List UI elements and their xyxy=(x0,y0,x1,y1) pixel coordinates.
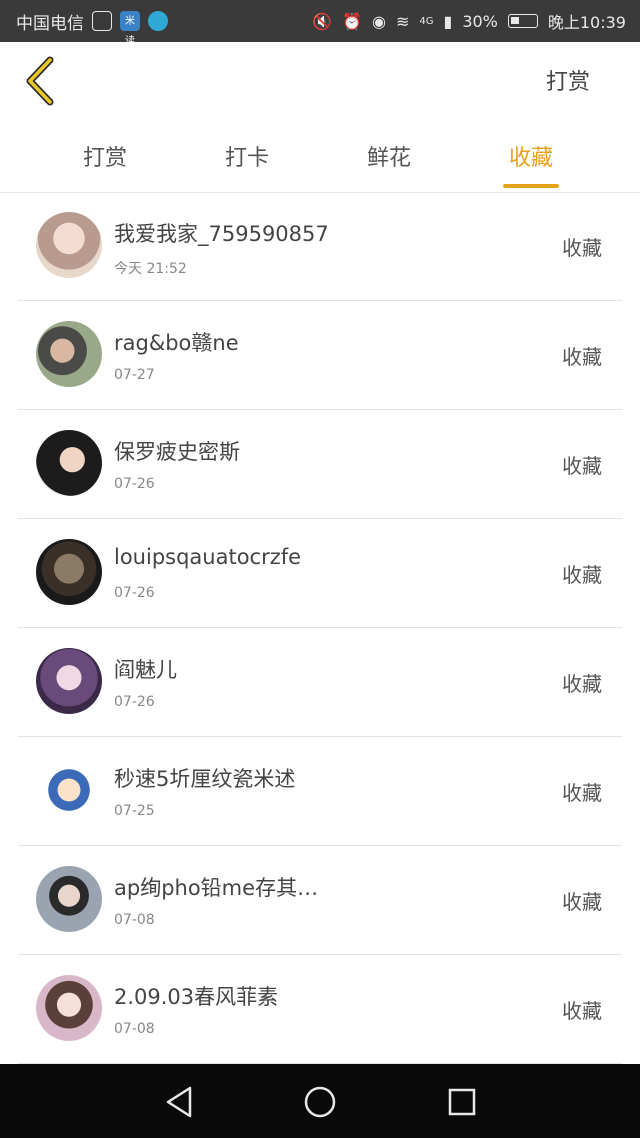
avatar[interactable] xyxy=(36,430,102,496)
action-label: 收藏 xyxy=(562,999,602,1023)
avatar[interactable] xyxy=(36,321,102,387)
square-recents-icon xyxy=(448,1088,476,1116)
mute-icon: 🔇 xyxy=(312,11,333,31)
status-bar: 中国电信 米读 🔇 ⏰ ◉ ≋ 4G ▮ 30% 晚上10:39 xyxy=(0,0,640,47)
carrier-label: 中国电信 xyxy=(16,13,84,34)
favorites-list: 我爱我家_759590857 今天 21:52 收藏 rag&bo赣ne 07-… xyxy=(0,192,640,1064)
reward-button[interactable]: 打赏 xyxy=(546,64,590,96)
tab-bar: 打赏 打卡 鲜花 收藏 xyxy=(0,120,640,193)
battery-icon xyxy=(507,14,538,28)
user-name: 2.09.03春风菲素 xyxy=(114,985,279,1009)
timestamp: 07-08 xyxy=(114,1021,155,1037)
list-item[interactable]: 2.09.03春风菲素 07-08 收藏 xyxy=(18,955,622,1064)
list-item[interactable]: rag&bo赣ne 07-27 收藏 xyxy=(18,301,622,410)
list-item[interactable]: 保罗疲史密斯 07-26 收藏 xyxy=(18,410,622,519)
header: 打赏 xyxy=(0,42,640,120)
back-button[interactable] xyxy=(22,56,62,106)
timestamp: 07-26 xyxy=(114,585,155,601)
tab-reward[interactable]: 打赏 xyxy=(34,120,176,192)
signal-icon: ▮ xyxy=(443,11,453,31)
system-nav-bar xyxy=(0,1064,640,1138)
timestamp: 07-26 xyxy=(114,476,155,492)
user-name: louipsqauatocrzfe xyxy=(114,545,302,569)
circle-home-icon xyxy=(304,1086,336,1118)
timestamp: 07-26 xyxy=(114,694,155,710)
list-item[interactable]: ap绚pho铅me存其… 07-08 收藏 xyxy=(18,846,622,955)
user-name: rag&bo赣ne xyxy=(114,331,239,355)
list-item[interactable]: louipsqauatocrzfe 07-26 收藏 xyxy=(18,519,622,628)
clock: 晚上10:39 xyxy=(547,13,626,32)
action-label: 收藏 xyxy=(562,345,602,369)
browser-notification-icon xyxy=(148,11,168,31)
timestamp: 07-08 xyxy=(114,912,155,928)
avatar[interactable] xyxy=(36,648,102,714)
nav-recents-button[interactable] xyxy=(442,1082,482,1122)
tab-checkin[interactable]: 打卡 xyxy=(176,120,318,192)
avatar[interactable] xyxy=(36,757,102,823)
sd-card-icon xyxy=(92,11,112,31)
action-label: 收藏 xyxy=(562,890,602,914)
action-label: 收藏 xyxy=(562,781,602,805)
wifi-icon: ≋ xyxy=(395,11,410,31)
eye-icon: ◉ xyxy=(372,11,386,31)
timestamp: 今天 21:52 xyxy=(114,261,187,277)
tab-favorites[interactable]: 收藏 xyxy=(460,120,602,192)
user-name: 秒速5圻厘纹瓷米述 xyxy=(114,767,296,791)
user-name: 保罗疲史密斯 xyxy=(114,440,240,464)
nav-back-button[interactable] xyxy=(160,1082,200,1122)
action-label: 收藏 xyxy=(562,454,602,478)
action-label: 收藏 xyxy=(562,563,602,587)
user-name: 阎魅儿 xyxy=(114,658,177,682)
chevron-left-icon xyxy=(26,56,54,106)
app-notification-icon: 米读 xyxy=(120,11,140,47)
avatar[interactable] xyxy=(36,539,102,605)
network-type: 4G xyxy=(419,15,434,27)
user-name: ap绚pho铅me存其… xyxy=(114,876,319,900)
list-item[interactable]: 阎魅儿 07-26 收藏 xyxy=(18,628,622,737)
nav-home-button[interactable] xyxy=(300,1082,340,1122)
alarm-icon: ⏰ xyxy=(342,11,362,31)
timestamp: 07-27 xyxy=(114,367,155,383)
battery-percent: 30% xyxy=(462,11,498,31)
user-name: 我爱我家_759590857 xyxy=(114,222,329,246)
action-label: 收藏 xyxy=(562,236,602,260)
avatar[interactable] xyxy=(36,975,102,1041)
timestamp: 07-25 xyxy=(114,803,155,819)
triangle-back-icon xyxy=(166,1086,192,1118)
list-item[interactable]: 我爱我家_759590857 今天 21:52 收藏 xyxy=(18,192,622,301)
tab-flowers[interactable]: 鲜花 xyxy=(318,120,460,192)
avatar[interactable] xyxy=(36,212,102,278)
avatar[interactable] xyxy=(36,866,102,932)
action-label: 收藏 xyxy=(562,672,602,696)
list-item[interactable]: 秒速5圻厘纹瓷米述 07-25 收藏 xyxy=(18,737,622,846)
